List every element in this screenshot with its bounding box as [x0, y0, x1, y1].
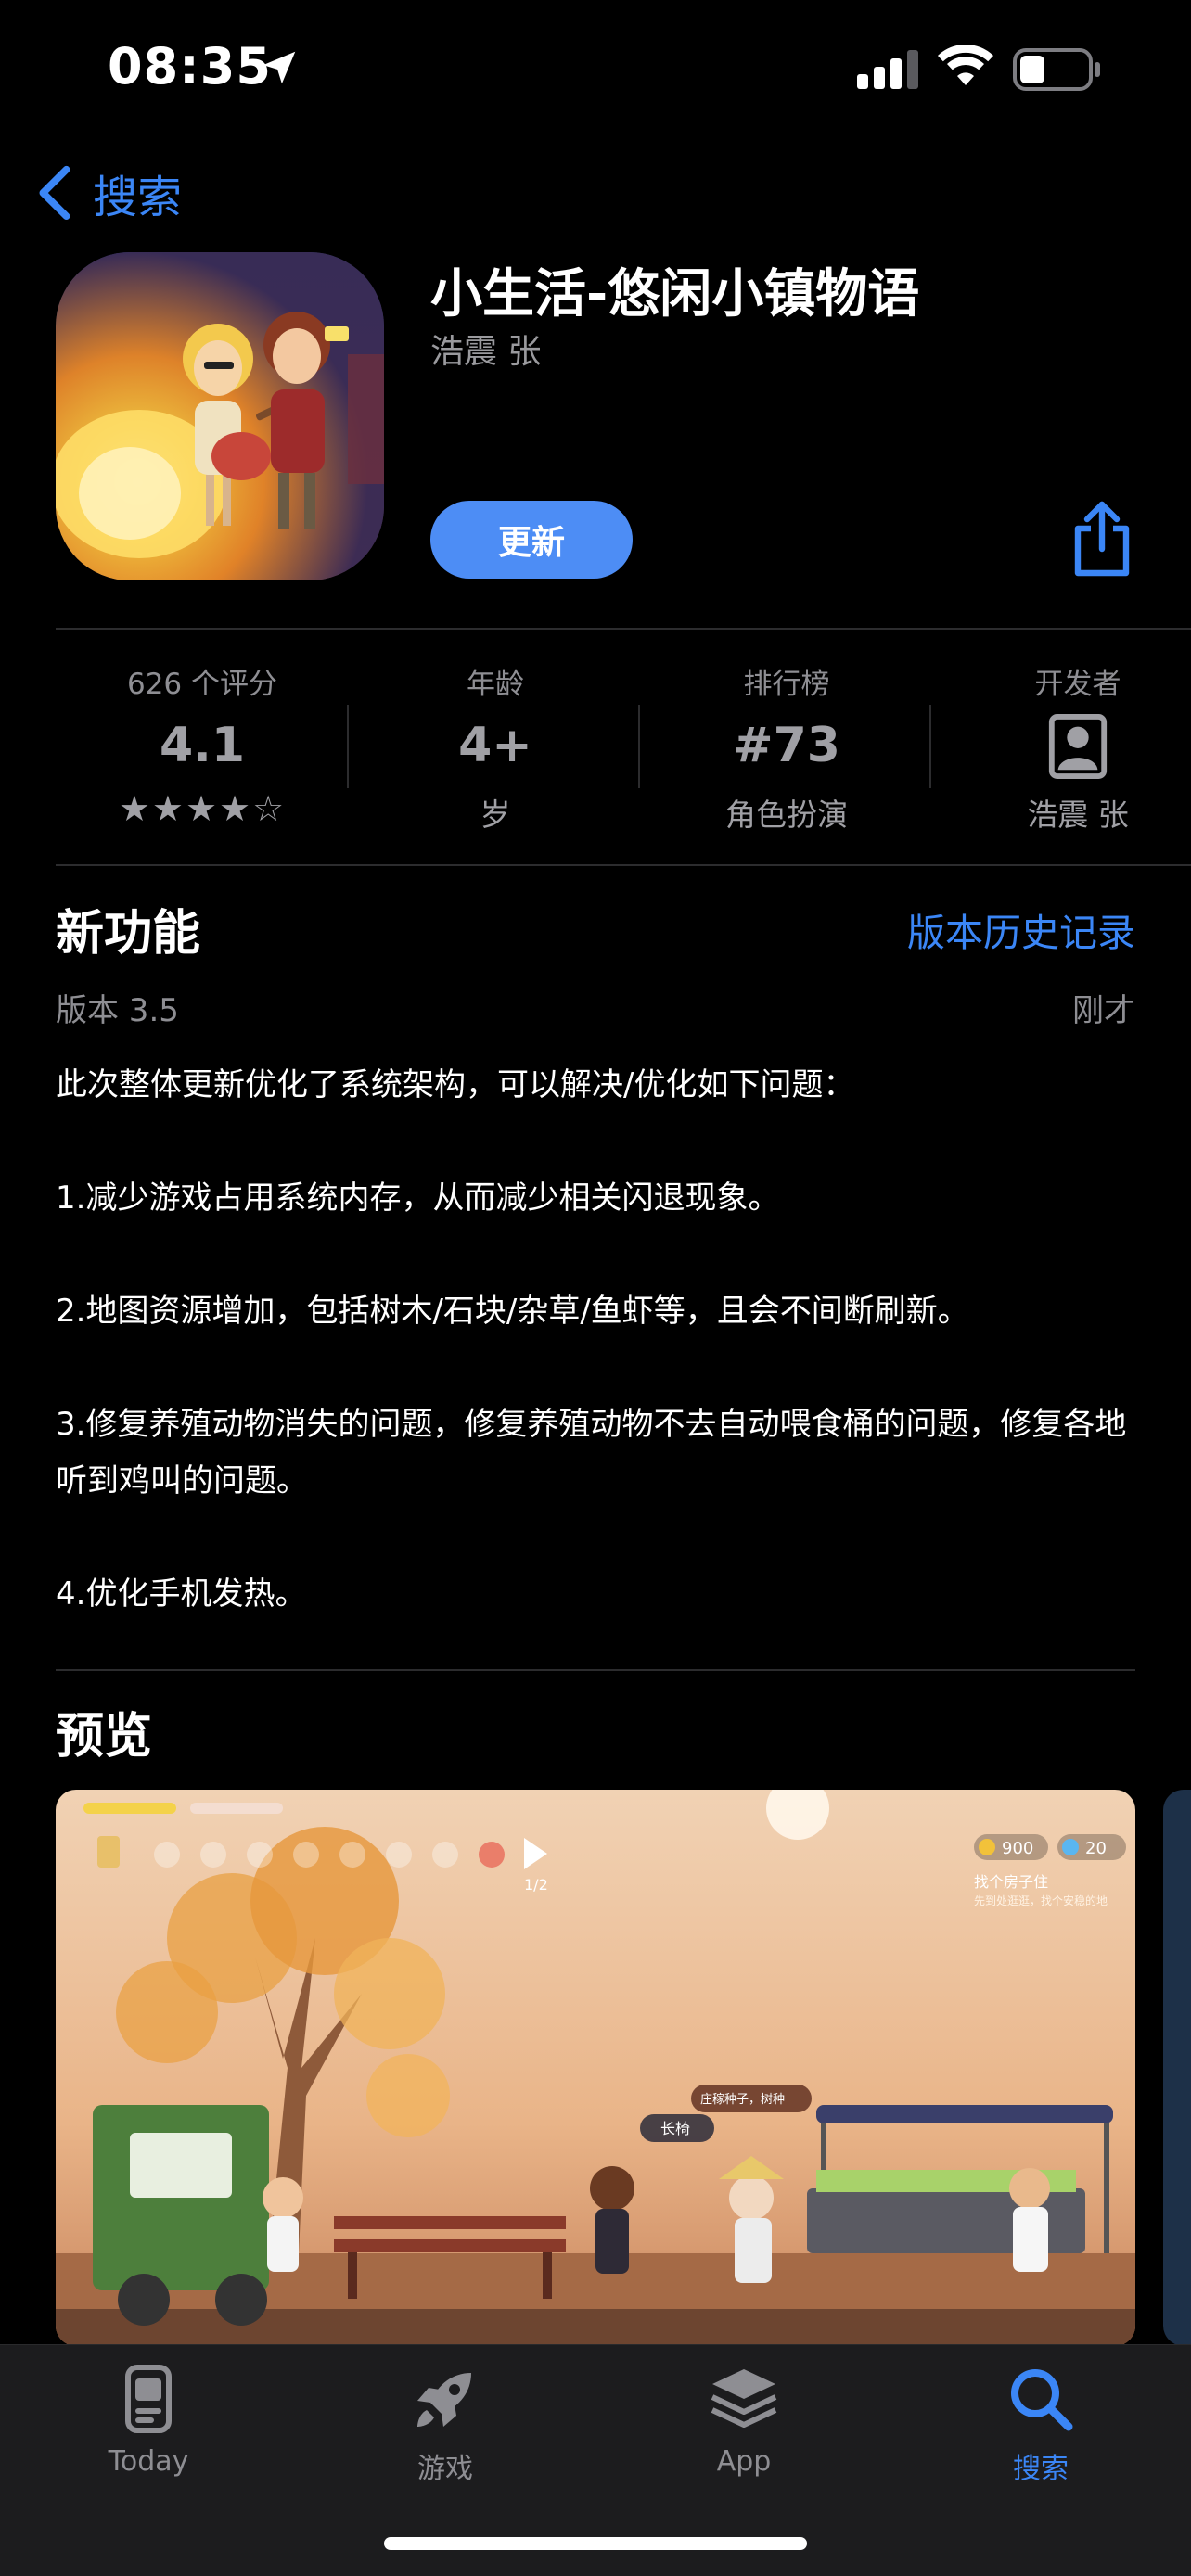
- tab-today[interactable]: Today: [56, 2362, 241, 2501]
- bubble-text: 长椅: [660, 2120, 690, 2137]
- release-note: 4.优化手机发热。: [56, 1575, 307, 1613]
- developer-label: 开发者: [1034, 668, 1121, 701]
- person-icon: [1048, 714, 1108, 779]
- status-time: 08:35: [108, 37, 272, 96]
- ratings-count: 626 个评分: [126, 668, 278, 701]
- divider: [56, 628, 1191, 630]
- share-icon[interactable]: [1069, 501, 1135, 579]
- rocket-icon: [417, 2373, 471, 2427]
- tab-search[interactable]: 搜索: [948, 2362, 1133, 2501]
- preview-title: 预览: [56, 1709, 153, 1765]
- tab-label: 搜索: [1013, 2453, 1069, 2485]
- gem-count: 20: [1085, 1839, 1107, 1858]
- chevron-left-icon: [39, 165, 70, 221]
- release-note: 3.修复养殖动物消失的问题，修复养殖动物不去自动喂食桶的问题，修复各地听到鸡叫的…: [56, 1406, 1127, 1499]
- tab-label: 游戏: [417, 2453, 473, 2485]
- tab-label: App: [716, 2445, 772, 2478]
- release-note: 1.减少游戏占用系统内存，从而减少相关闪退现象。: [56, 1180, 780, 1217]
- age-value: 4+: [458, 718, 532, 773]
- back-label: 搜索: [93, 172, 183, 223]
- chart-category: 角色扮演: [725, 797, 848, 833]
- coin-count: 900: [1002, 1839, 1033, 1858]
- whats-new-title: 新功能: [56, 906, 201, 962]
- page-indicator: 1/2: [524, 1876, 548, 1894]
- layers-icon: [711, 2369, 777, 2428]
- age-label: 年龄: [467, 668, 524, 701]
- version-label: 版本 3.5: [56, 992, 179, 1029]
- search-icon: [1011, 2369, 1073, 2431]
- battery-icon: [1013, 48, 1100, 91]
- app-icon: [56, 252, 384, 580]
- info-strip: 626 个评分 4.1 ★★★★☆ 年龄 4+ 岁 排行榜 #73 角色扮演 开…: [56, 640, 1191, 862]
- preview-screenshot-next[interactable]: [1163, 1790, 1191, 2346]
- divider: [56, 1669, 1135, 1671]
- location-arrow-icon: [263, 51, 296, 84]
- update-button[interactable]: 更新: [430, 501, 633, 579]
- app-title: 小生活-悠闲小镇物语: [430, 264, 920, 325]
- developer-name: 浩震 张: [1027, 797, 1129, 833]
- back-button[interactable]: 搜索: [35, 162, 182, 223]
- ratings-column[interactable]: 626 个评分 4.1 ★★★★☆: [56, 640, 349, 862]
- updated-time: 刚才: [1072, 992, 1135, 1029]
- chart-label: 排行榜: [743, 668, 830, 701]
- quest-desc: 先到处逛逛，找个安稳的地: [974, 1894, 1108, 1907]
- age-sub: 岁: [480, 797, 511, 833]
- rating-stars: ★★★★☆: [118, 788, 287, 829]
- cellular-signal-icon: [857, 50, 918, 89]
- divider: [56, 864, 1191, 866]
- app-developer[interactable]: 浩震 张: [430, 325, 541, 373]
- quest-title: 找个房子住: [974, 1873, 1048, 1891]
- sign-text: 庄稼种子，树种: [700, 2092, 785, 2107]
- wifi-icon: [938, 45, 993, 85]
- release-note: 2.地图资源增加，包括树木/石块/杂草/鱼虾等，且会不间断刷新。: [56, 1293, 969, 1330]
- release-notes: 此次整体更新优化了系统架构，可以解决/优化如下问题： 1.减少游戏占用系统内存，…: [56, 1057, 1135, 1679]
- home-indicator[interactable]: [384, 2537, 807, 2550]
- age-column[interactable]: 年龄 4+ 岁: [349, 640, 642, 862]
- chart-value: #73: [733, 718, 840, 773]
- release-note: 此次整体更新优化了系统架构，可以解决/优化如下问题：: [56, 1066, 855, 1103]
- chart-column[interactable]: 排行榜 #73 角色扮演: [640, 640, 933, 862]
- rating-value: 4.1: [159, 718, 246, 773]
- version-history-link[interactable]: 版本历史记录: [907, 901, 1135, 957]
- preview-screenshot[interactable]: 1/2 900 20 找个房子住 先到处逛逛，找个安稳的地 长椅 庄稼种子，树种: [56, 1790, 1135, 2346]
- developer-column[interactable]: 开发者 浩震 张: [931, 640, 1191, 862]
- tab-games[interactable]: 游戏: [352, 2362, 538, 2501]
- tab-label: Today: [108, 2445, 189, 2478]
- tab-apps[interactable]: App: [651, 2362, 837, 2501]
- status-bar: 08:35: [0, 0, 1191, 139]
- today-icon: [125, 2365, 172, 2433]
